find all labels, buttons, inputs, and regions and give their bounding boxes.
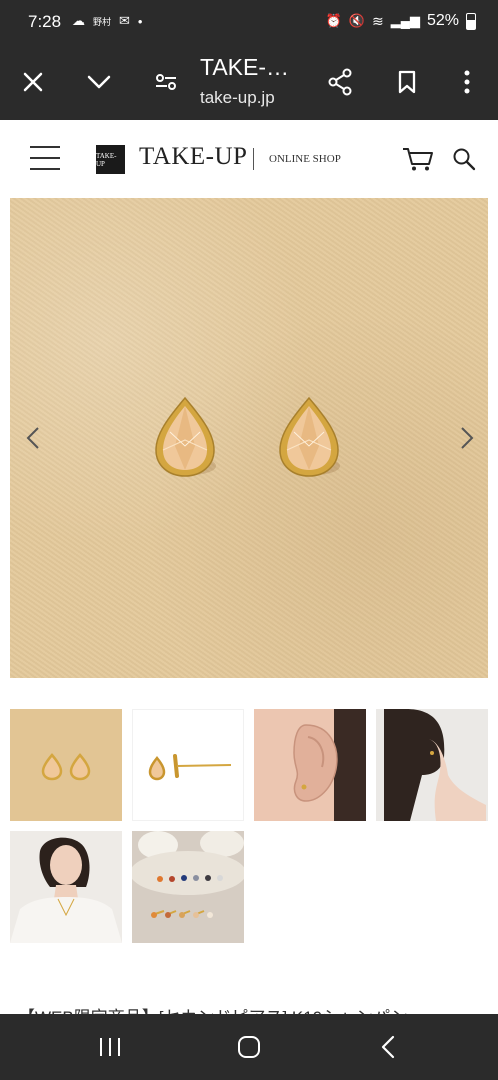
product-main-image[interactable]	[10, 198, 488, 678]
back-icon	[381, 1035, 395, 1059]
bookmark-button[interactable]	[383, 44, 431, 120]
earring-left-image	[155, 396, 216, 477]
search-button[interactable]	[452, 147, 476, 176]
browser-toolbar: TAKE-… take-up.jp	[0, 44, 498, 120]
cart-button[interactable]	[402, 146, 434, 177]
thumbnail-3[interactable]	[254, 709, 366, 821]
carrier-label: 野村	[93, 16, 112, 27]
back-button[interactable]	[358, 1014, 418, 1080]
prev-image-button[interactable]	[22, 426, 46, 450]
brand-subtitle: ONLINE SHOP	[269, 153, 341, 165]
brand-name[interactable]: TAKE-UP	[139, 143, 247, 171]
battery-icon	[466, 12, 476, 30]
minimize-button[interactable]	[75, 44, 123, 120]
alarm-icon: ⏰	[325, 13, 342, 28]
page-info-button[interactable]	[142, 44, 190, 120]
thumbnail-4[interactable]	[376, 709, 488, 821]
system-icons: ⏰ 🔇 ≋ ▂▄▆ 52%	[326, 12, 476, 30]
brand-logo[interactable]: TAKE-UP	[96, 145, 125, 174]
wifi-icon: ≋	[372, 12, 384, 29]
status-bar: 7:28 ☁ 野村 ✉ • ⏰ 🔇 ≋ ▂▄▆ 52%	[0, 0, 498, 44]
close-tab-button[interactable]	[9, 44, 57, 120]
menu-icon[interactable]	[30, 146, 60, 172]
cloud-icon: ☁	[72, 13, 85, 28]
ear-wearing-icon	[254, 709, 366, 821]
site-header: TAKE-UP TAKE-UP ONLINE SHOP	[0, 120, 498, 198]
bookmark-icon	[398, 70, 416, 94]
earrings-thumbnail-icon	[41, 753, 91, 781]
thumbnail-6[interactable]	[132, 831, 244, 943]
model-front-icon	[10, 831, 122, 943]
more-button[interactable]	[443, 44, 491, 120]
status-time: 7:28	[28, 12, 62, 31]
signal-icon: ▂▄▆	[390, 13, 420, 28]
recent-apps-icon	[100, 1038, 120, 1056]
system-nav-bar	[0, 1014, 498, 1080]
notification-icons: ☁ 野村 ✉ •	[72, 13, 142, 29]
earring-right-image	[279, 396, 340, 477]
next-image-button[interactable]	[454, 426, 478, 450]
close-icon	[23, 72, 43, 92]
share-icon	[328, 68, 352, 96]
share-button[interactable]	[316, 44, 364, 120]
page-title[interactable]: TAKE-…	[200, 54, 289, 81]
brand-logo-text: TAKE-UP	[96, 151, 117, 168]
earring-side-view-icon	[148, 754, 232, 781]
color-variations-icon	[132, 831, 244, 943]
thumbnail-1[interactable]	[10, 709, 122, 821]
mail-icon: ✉	[119, 13, 130, 28]
home-button[interactable]	[219, 1014, 279, 1080]
thumbnail-5[interactable]	[10, 831, 122, 943]
page-domain[interactable]: take-up.jp	[200, 88, 275, 108]
chevron-left-icon	[26, 427, 39, 449]
recent-apps-button[interactable]	[80, 1014, 140, 1080]
dot-icon: •	[137, 13, 143, 29]
brand-divider	[253, 148, 254, 170]
model-profile-icon	[376, 709, 488, 821]
chevron-down-icon	[87, 75, 111, 89]
mute-icon: 🔇	[348, 13, 366, 28]
battery-percent: 52%	[426, 12, 459, 29]
chevron-right-icon	[461, 427, 474, 449]
cart-icon	[403, 148, 433, 171]
search-icon	[453, 148, 476, 171]
page-info-icon	[156, 74, 176, 90]
thumbnail-2[interactable]	[132, 709, 244, 821]
home-icon	[238, 1036, 260, 1058]
more-vert-icon	[464, 70, 470, 94]
